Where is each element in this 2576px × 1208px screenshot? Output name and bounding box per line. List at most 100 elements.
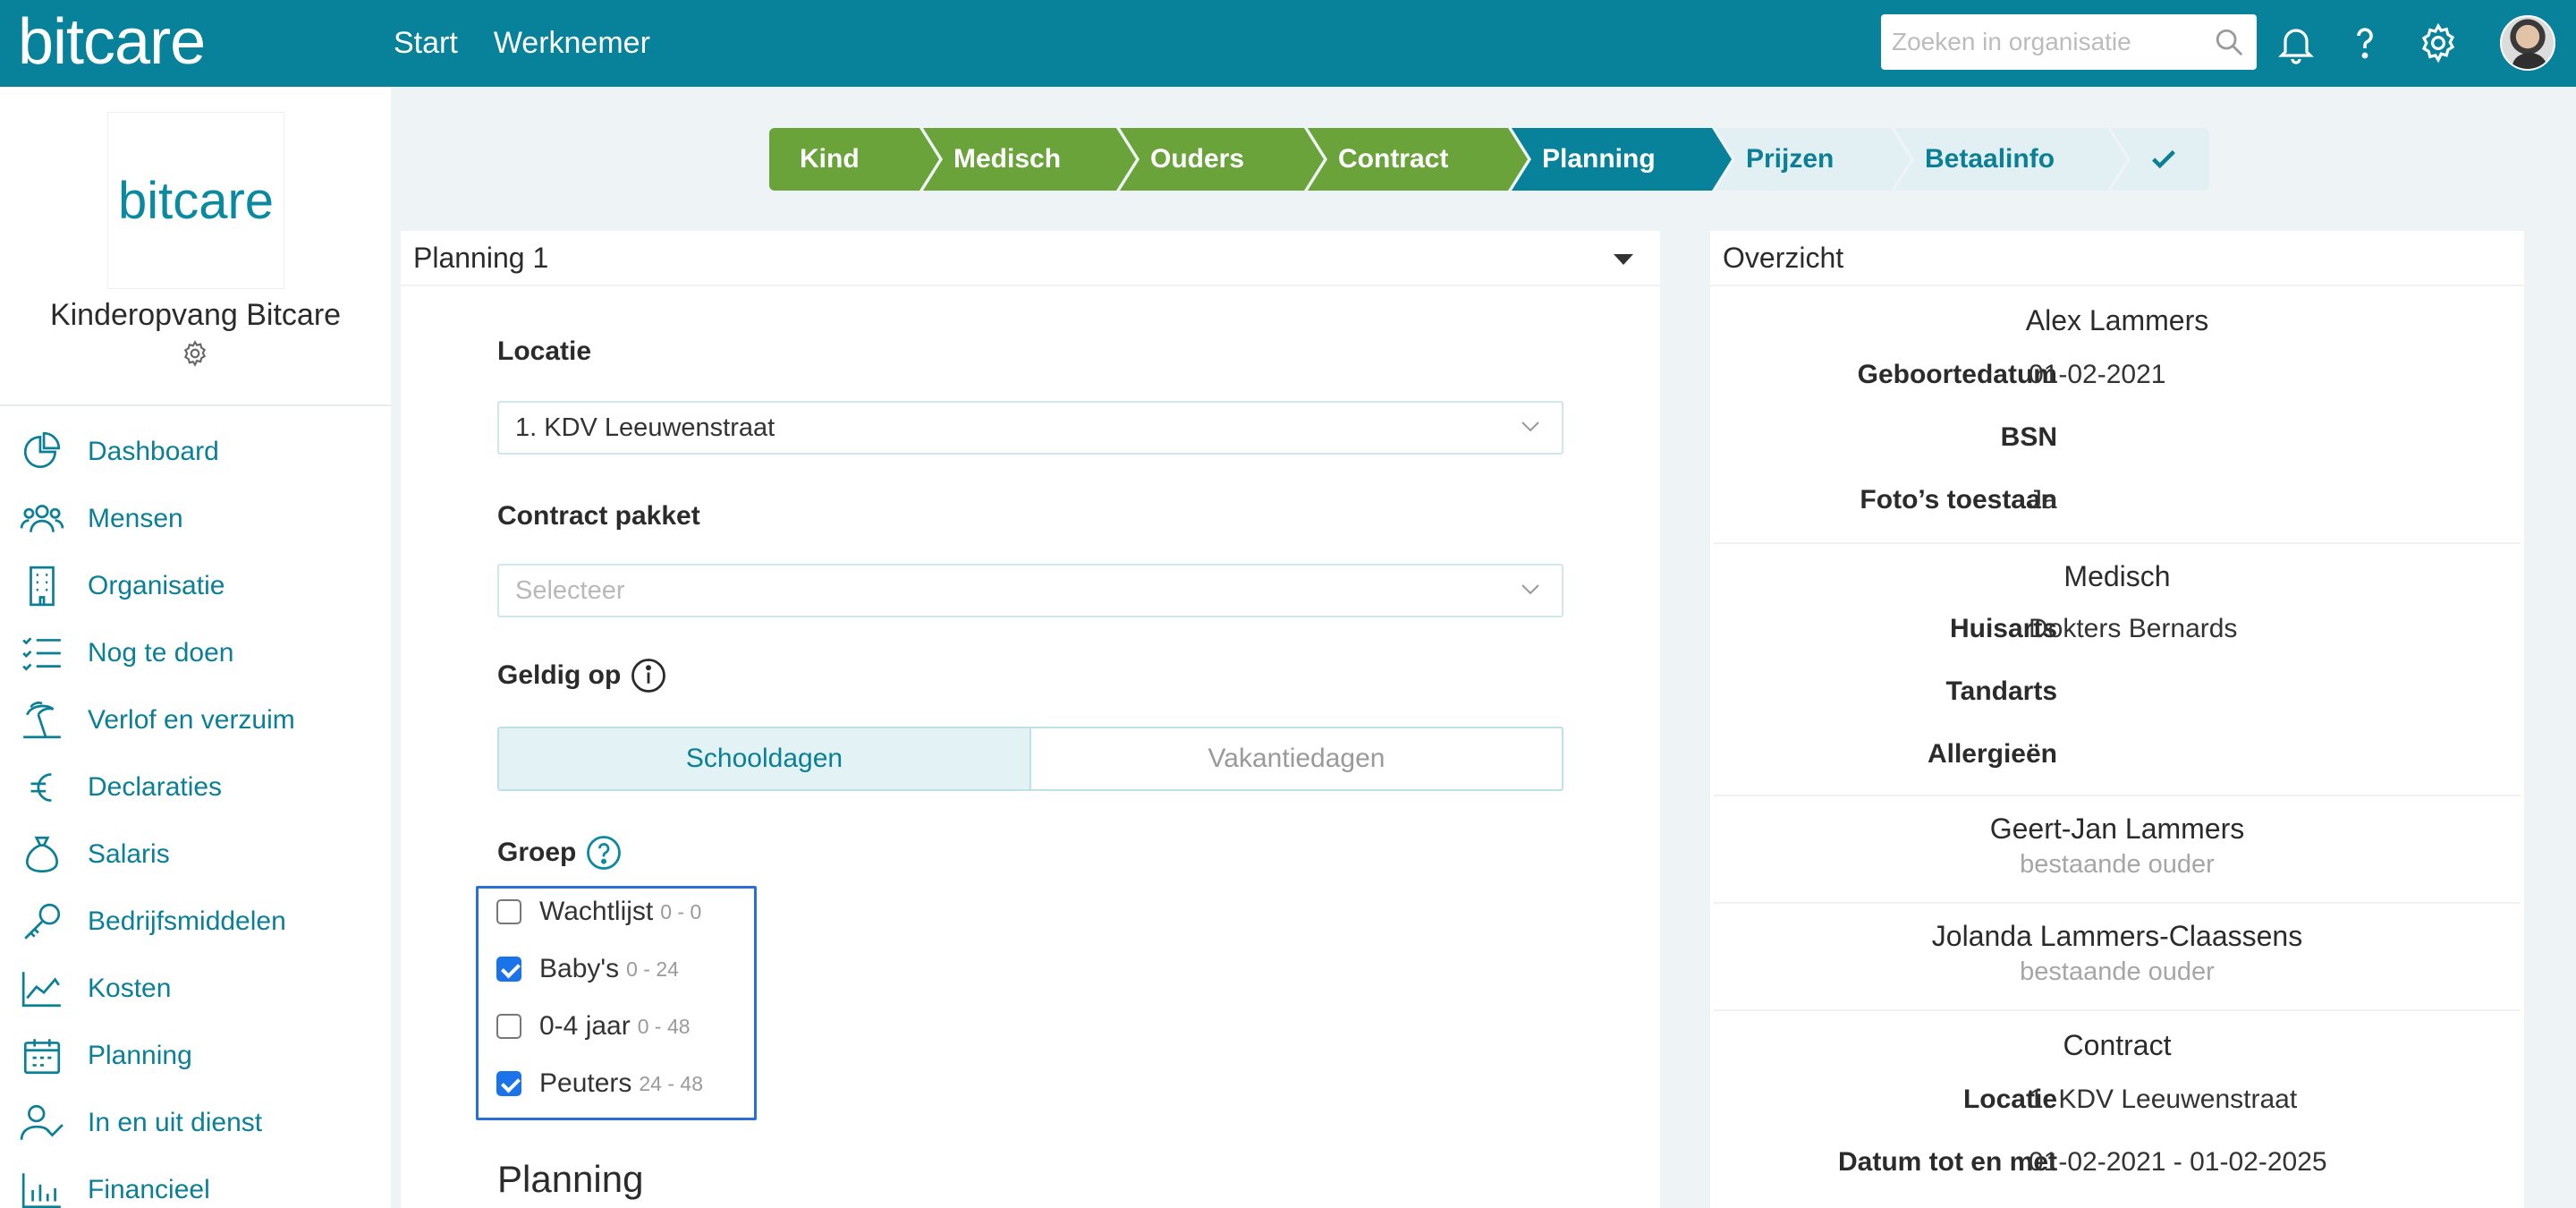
app-logo[interactable]: bitcare bbox=[18, 2, 206, 82]
gear-icon[interactable] bbox=[2417, 21, 2460, 64]
schooldagen-option[interactable]: Schooldagen bbox=[499, 728, 1031, 789]
checkbox[interactable] bbox=[496, 1014, 521, 1039]
overview-row-huisarts: Huisarts Dokters Bernards bbox=[1710, 614, 2524, 650]
money-bag-icon bbox=[25, 836, 59, 872]
bell-icon[interactable] bbox=[2275, 21, 2318, 64]
sidebar-item-declaraties[interactable]: Declaraties bbox=[0, 753, 391, 821]
contract-pakket-select[interactable]: Selecteer bbox=[497, 564, 1563, 617]
row-key: BSN bbox=[2000, 422, 2057, 452]
row-value: Dokters Bernards bbox=[2029, 614, 2238, 643]
sidebar-item-kosten[interactable]: Kosten bbox=[0, 955, 391, 1022]
sidebar-item-label: Salaris bbox=[88, 838, 170, 869]
groep-text: Groep bbox=[497, 838, 577, 867]
locatie-label: Locatie bbox=[497, 336, 592, 366]
org-name: Kinderopvang Bitcare bbox=[49, 298, 342, 332]
overview-row-fotos: Foto’s toestaan Ja bbox=[1710, 485, 2524, 521]
locatie-select[interactable]: 1. KDV Leeuwenstraat bbox=[497, 401, 1563, 455]
medisch-heading: Medisch bbox=[2063, 560, 2171, 592]
groep-option-name: Wachtlijst bbox=[539, 897, 654, 926]
groep-option-range: 0 - 0 bbox=[660, 899, 702, 923]
sidebar-item-financieel[interactable]: Financieel bbox=[0, 1156, 391, 1208]
groep-option-wachtlijst[interactable]: Wachtlijst 0 - 0 bbox=[496, 894, 701, 930]
pie-chart-icon bbox=[23, 431, 61, 468]
row-key: Allergieën bbox=[1927, 739, 2057, 769]
checkbox[interactable] bbox=[496, 1071, 521, 1096]
parent-name: Jolanda Lammers-Claassens bbox=[1931, 920, 2303, 952]
step-contract[interactable]: Contract bbox=[1308, 128, 1528, 191]
groep-option-0-4-jaar[interactable]: 0-4 jaar 0 - 48 bbox=[496, 1008, 691, 1044]
search-input[interactable] bbox=[1881, 14, 2185, 70]
vakantiedagen-option[interactable]: Vakantiedagen bbox=[1031, 728, 1562, 789]
step-ouders[interactable]: Ouders bbox=[1120, 128, 1324, 191]
sidebar-item-nog-te-doen[interactable]: Nog te doen bbox=[0, 619, 391, 686]
sidebar-item-label: In en uit dienst bbox=[88, 1107, 263, 1137]
sidebar-item-bedrijfsmiddelen[interactable]: Bedrijfsmiddelen bbox=[0, 888, 391, 955]
planning-panel-header[interactable]: Planning 1 bbox=[401, 231, 1660, 286]
row-value: 1. KDV Leeuwenstraat bbox=[2029, 1085, 2298, 1114]
checkbox[interactable] bbox=[496, 957, 521, 982]
step-planning[interactable]: Planning bbox=[1512, 128, 1732, 191]
sidebar-item-label: Bedrijfsmiddelen bbox=[88, 906, 286, 936]
beach-icon bbox=[23, 701, 61, 738]
sidebar-item-label: Dashboard bbox=[88, 436, 219, 466]
org-logo: bitcare bbox=[107, 112, 284, 289]
planning-panel: Planning 1 Locatie 1. KDV Leeuwenstraat … bbox=[401, 231, 1660, 1208]
parent-status: bestaande ouder bbox=[2020, 957, 2215, 986]
question-circle-icon[interactable] bbox=[585, 834, 623, 872]
contract-heading: Contract bbox=[2063, 1029, 2172, 1061]
groep-list: Wachtlijst 0 - 0 Baby's 0 - 24 0-4 jaar … bbox=[476, 886, 757, 1120]
user-check-icon bbox=[20, 1104, 64, 1140]
sidebar-item-verlof[interactable]: Verlof en verzuim bbox=[0, 686, 391, 753]
overview-row-allergieen: Allergieën bbox=[1710, 739, 2524, 775]
sidebar-item-organisatie[interactable]: Organisatie bbox=[0, 552, 391, 619]
row-key: Datum tot en met bbox=[1837, 1147, 2057, 1177]
wizard-steps: Kind Medisch Ouders Contract Planning Pr… bbox=[769, 128, 2209, 191]
info-icon[interactable] bbox=[630, 657, 667, 694]
nav-start[interactable]: Start bbox=[394, 26, 458, 61]
row-value: 01-02-2021 - 01-02-2025 bbox=[2029, 1147, 2327, 1177]
step-betaalinfo[interactable]: Betaalinfo bbox=[1894, 128, 2127, 191]
groep-option-name: 0-4 jaar bbox=[539, 1011, 631, 1041]
top-bar: bitcare Start Werknemer bbox=[0, 0, 2576, 87]
geldig-op-toggle: Schooldagen Vakantiedagen bbox=[497, 727, 1563, 791]
groep-option-babys[interactable]: Baby's 0 - 24 bbox=[496, 951, 679, 987]
groep-option-range: 0 - 48 bbox=[637, 1014, 691, 1038]
parent-status: bestaande ouder bbox=[2020, 850, 2215, 879]
sidebar-item-label: Organisatie bbox=[88, 570, 225, 600]
overview-divider bbox=[1714, 1009, 2521, 1011]
overview-divider bbox=[1714, 542, 2521, 544]
geldig-op-text: Geldig op bbox=[497, 660, 622, 690]
sidebar-item-mensen[interactable]: Mensen bbox=[0, 485, 391, 552]
sidebar-item-label: Verlof en verzuim bbox=[88, 704, 295, 735]
groep-option-peuters[interactable]: Peuters 24 - 48 bbox=[496, 1066, 703, 1102]
question-icon[interactable] bbox=[2343, 21, 2386, 64]
search-box bbox=[1881, 14, 2257, 70]
top-nav: Start Werknemer bbox=[394, 0, 650, 87]
row-key: Tandarts bbox=[1945, 676, 2057, 706]
row-value: 01-02-2021 bbox=[2029, 360, 2166, 389]
caret-down-icon[interactable] bbox=[1614, 254, 1633, 265]
groep-option-range: 24 - 48 bbox=[639, 1071, 703, 1095]
user-avatar[interactable] bbox=[2500, 15, 2555, 71]
sidebar-item-planning[interactable]: Planning bbox=[0, 1022, 391, 1089]
overview-row-datum: Datum tot en met 01-02-2021 - 01-02-2025 bbox=[1710, 1147, 2524, 1183]
sidebar-item-dashboard[interactable]: Dashboard bbox=[0, 418, 391, 485]
overview-panel-header: Overzicht bbox=[1710, 231, 2524, 286]
geldig-op-label: Geldig op bbox=[497, 657, 667, 694]
search-icon[interactable] bbox=[2214, 27, 2244, 57]
step-kind[interactable]: Kind bbox=[769, 128, 939, 191]
checkbox[interactable] bbox=[496, 899, 521, 924]
planning-panel-title: Planning 1 bbox=[413, 241, 549, 274]
org-settings-gear-icon[interactable] bbox=[181, 339, 209, 368]
step-prijzen[interactable]: Prijzen bbox=[1716, 128, 1911, 191]
calendar-icon bbox=[23, 1038, 61, 1074]
sidebar-item-in-en-uit-dienst[interactable]: In en uit dienst bbox=[0, 1089, 391, 1156]
area-chart-icon bbox=[21, 971, 61, 1007]
contract-pakket-placeholder: Selecteer bbox=[515, 575, 625, 605]
sidebar-item-salaris[interactable]: Salaris bbox=[0, 821, 391, 888]
nav-werknemer[interactable]: Werknemer bbox=[494, 26, 650, 61]
groep-option-name: Baby's bbox=[539, 954, 620, 983]
chevron-down-icon bbox=[1521, 584, 1539, 595]
sidebar-item-label: Planning bbox=[88, 1040, 192, 1070]
step-medisch[interactable]: Medisch bbox=[923, 128, 1136, 191]
